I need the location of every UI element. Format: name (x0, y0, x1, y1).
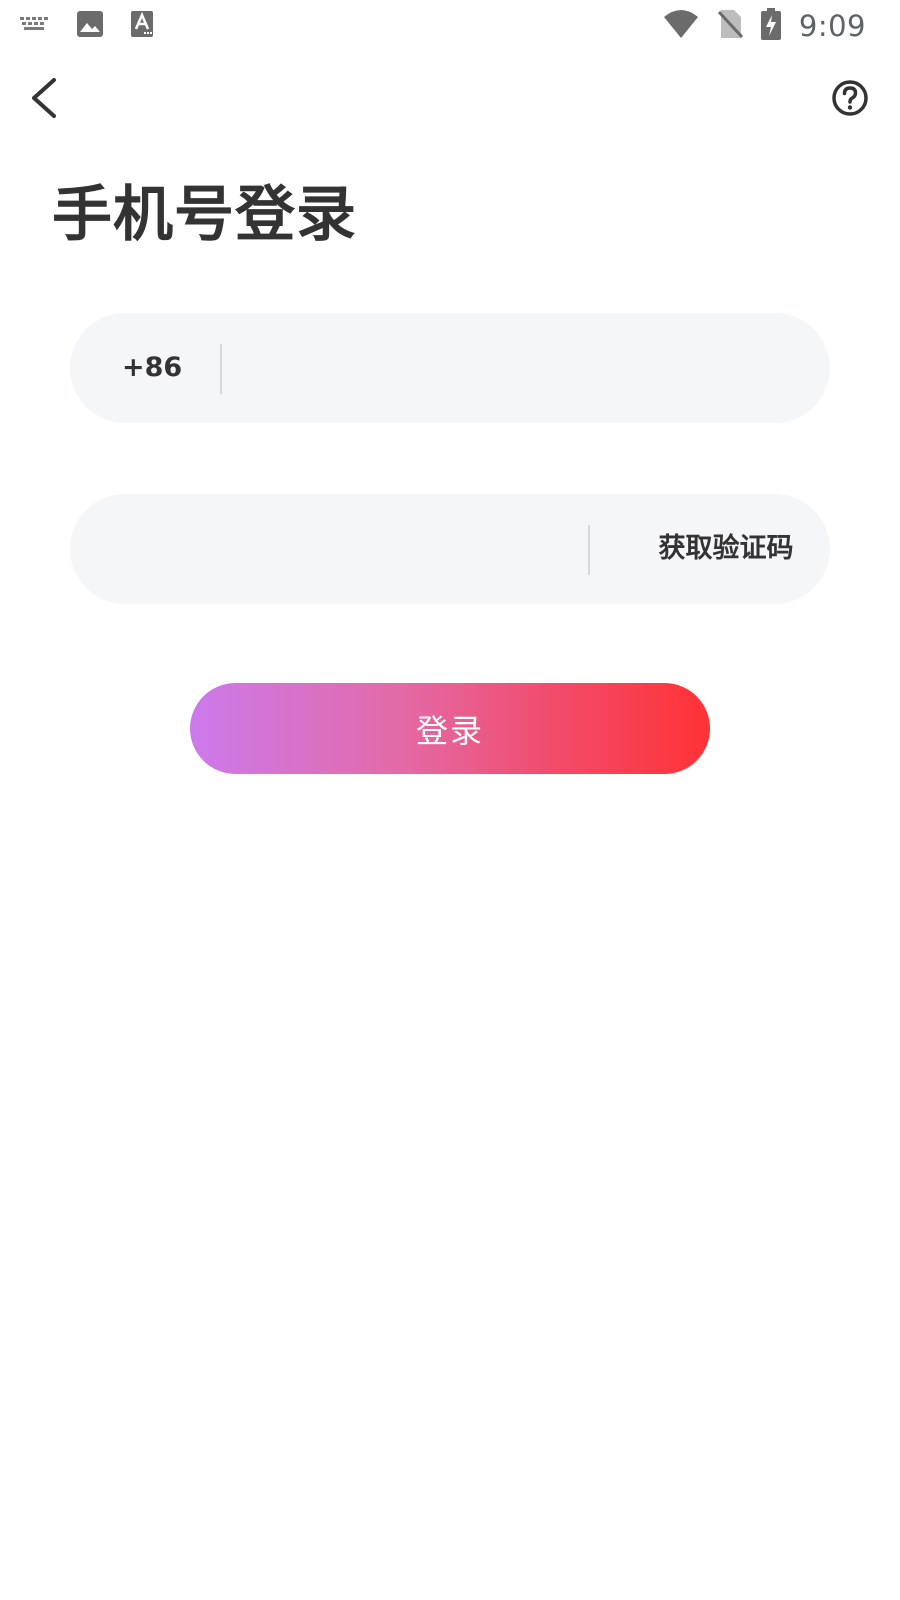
font-icon (130, 10, 154, 42)
status-bar-right: 9:09 (663, 8, 866, 44)
country-code[interactable]: +86 (122, 313, 182, 423)
battery-charging-icon (760, 8, 781, 44)
chevron-left-icon (32, 78, 56, 118)
back-button[interactable] (22, 70, 72, 126)
help-circle-icon (832, 80, 868, 116)
divider (220, 344, 222, 394)
status-bar-left (20, 10, 154, 42)
divider (588, 525, 590, 575)
no-sim-icon (717, 9, 743, 43)
keyboard-icon (20, 14, 50, 38)
status-bar: 9:09 (0, 0, 900, 50)
login-button[interactable]: 登录 (190, 683, 710, 774)
page-title: 手机号登录 (52, 180, 357, 250)
phone-field: +86 (70, 313, 830, 423)
verification-code-field: 获取验证码 (70, 494, 830, 604)
wifi-icon (663, 9, 699, 43)
status-time: 9:09 (798, 9, 866, 43)
phone-login-screen: 9:09 手机号登录 +86 获取验证码 登录 (0, 0, 900, 1600)
get-code-button[interactable]: 获取验证码 (642, 494, 810, 604)
image-icon (76, 10, 104, 42)
help-button[interactable] (830, 78, 870, 118)
phone-input[interactable] (242, 313, 802, 423)
verification-code-input[interactable] (122, 494, 572, 604)
